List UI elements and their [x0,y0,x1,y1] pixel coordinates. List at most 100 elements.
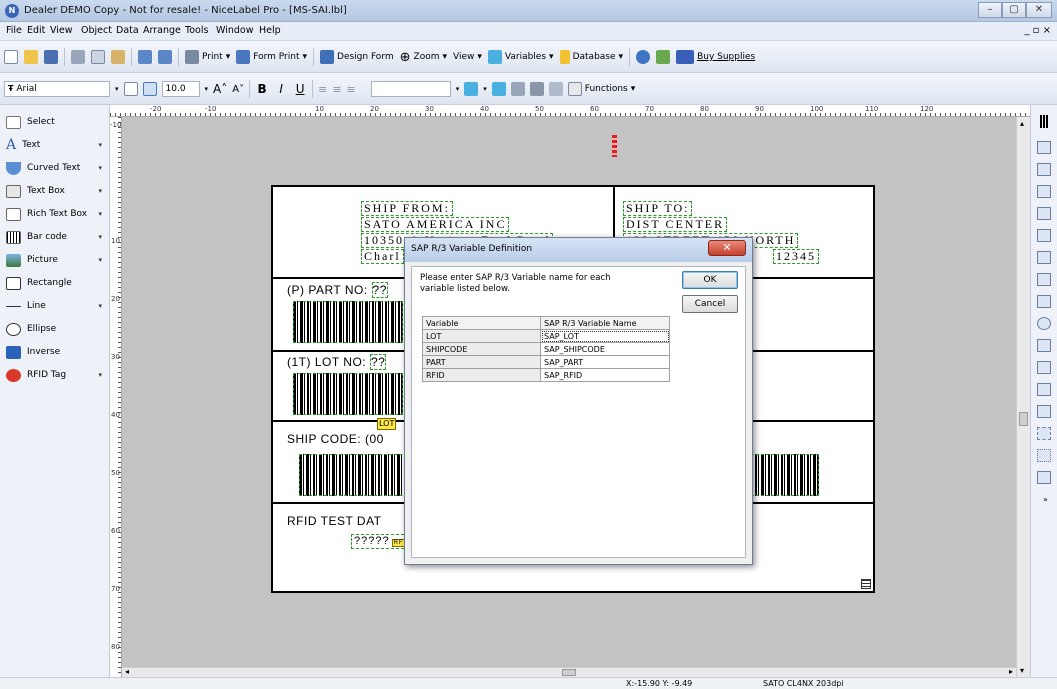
form-print-button[interactable]: Form Print ▾ [236,48,307,66]
menu-data[interactable]: Data [116,25,139,36]
menu-object[interactable]: Object [81,25,112,36]
align-right-icon[interactable] [1037,185,1051,198]
new-file-icon[interactable] [4,50,18,64]
scroll-up-icon[interactable]: ▴ [1020,119,1024,128]
tool-select[interactable]: Select [6,113,106,131]
ship-code-label[interactable]: SHIP CODE: (00 [287,432,384,446]
vertical-scrollbar[interactable]: ▴ ▾ [1016,117,1030,677]
align-middle-icon[interactable] [1037,229,1051,242]
sap-name-cell[interactable]: SAP_LOT [540,329,670,343]
sap-name-cell[interactable]: SAP_PART [540,355,670,369]
style-combo[interactable] [370,81,451,97]
open-folder-icon[interactable] [24,50,38,64]
dialog-close-button[interactable]: ✕ [708,240,746,256]
buy-supplies-button[interactable]: Buy Supplies [676,48,755,66]
sap-name-cell[interactable]: SAP_SHIPCODE [540,342,670,356]
panel-more-icon[interactable]: » [1043,495,1048,504]
redo-icon[interactable] [158,50,172,64]
bring-to-front-icon[interactable] [1037,339,1051,352]
lot-barcode[interactable] [293,373,403,415]
ok-button[interactable]: OK [682,271,738,289]
paste-icon[interactable] [111,50,125,64]
maximize-button[interactable]: ▢ [1002,2,1026,18]
bring-forward-icon[interactable] [1037,383,1051,396]
horizontal-scroll-thumb[interactable] [562,669,576,676]
align-bottom-icon[interactable] [1037,251,1051,264]
grow-font-icon[interactable]: A˄ [213,82,227,96]
print-button[interactable]: Print ▾ [185,48,230,66]
undo-icon[interactable] [138,50,152,64]
scroll-down-icon[interactable]: ▾ [1020,666,1024,675]
variable-copy-icon[interactable] [510,82,525,96]
cancel-button[interactable]: Cancel [682,295,738,313]
horizontal-scrollbar[interactable]: ◂ ▸ [122,667,1016,677]
menu-edit[interactable]: Edit [27,25,45,36]
menu-window[interactable]: Window [216,25,253,36]
tool-text-box[interactable]: Text Box ▾ [6,182,106,200]
style-combo-arrow[interactable]: ▾ [456,85,460,93]
font-size-input[interactable]: 10.0 [161,81,200,97]
shrink-font-icon[interactable]: A˅ [232,84,244,95]
send-to-back-icon[interactable] [1037,361,1051,374]
font-dropdown-arrow[interactable]: ▾ [115,85,119,93]
font-select[interactable]: Ŧ Arial [4,81,110,97]
italic-button[interactable]: I [274,82,288,96]
group-icon[interactable] [1037,427,1051,440]
menu-arrange[interactable]: Arrange [143,25,181,36]
rotate-icon[interactable] [1037,317,1051,330]
font-picker-icon[interactable] [142,82,157,96]
save-icon[interactable] [44,50,58,64]
variable-icon[interactable] [491,82,506,96]
variable-db-icon[interactable] [548,82,563,96]
table-row[interactable]: RFID SAP_RFID [422,368,670,382]
variable-wizard-icon[interactable] [464,82,479,96]
ship-from-name[interactable]: SATO AMERICA INC [361,217,510,232]
part-barcode[interactable] [293,301,403,343]
align-top-icon[interactable] [1037,207,1051,220]
tool-line[interactable]: Line ▾ [6,297,106,315]
view-button[interactable]: View ▾ [453,48,482,66]
ship-to-name[interactable]: DIST CENTER [623,217,728,232]
zoom-button[interactable]: ⊕ Zoom ▾ [400,48,447,66]
tool-picture[interactable]: Picture ▾ [6,251,106,269]
panel-grip-icon[interactable] [1040,115,1048,128]
scroll-right-icon[interactable]: ▸ [1009,667,1013,676]
label-resize-icon[interactable] [861,579,871,589]
rfid-test-label[interactable]: RFID TEST DAT [287,514,382,528]
close-button[interactable]: ✕ [1026,2,1052,18]
users-icon[interactable] [656,50,671,64]
send-backward-icon[interactable] [1037,405,1051,418]
table-row[interactable]: LOT SAP_LOT [422,329,670,343]
distribute-vertical-icon[interactable] [1037,295,1051,308]
align-left-icon[interactable] [1037,141,1051,154]
ship-to-title[interactable]: SHIP TO: [623,201,693,216]
table-row[interactable]: PART SAP_PART [422,355,670,369]
tool-rich-text-box[interactable]: Rich Text Box ▾ [6,205,106,223]
menu-help[interactable]: Help [259,25,281,36]
tool-text[interactable]: A Text ▾ [6,136,106,154]
align-right-icon[interactable]: ≡ [347,83,356,96]
ship-to-zip[interactable]: 12345 [773,249,819,264]
font-style-icon[interactable] [123,82,138,96]
tool-rectangle[interactable]: Rectangle [6,274,106,292]
tool-curved-text[interactable]: Curved Text ▾ [6,159,106,177]
align-center-horizontal-icon[interactable] [1037,163,1051,176]
ungroup-icon[interactable] [1037,449,1051,462]
menu-file[interactable]: File [6,25,22,36]
variable-wizard-arrow[interactable]: ▾ [483,85,487,93]
tool-rfid-tag[interactable]: RFID Tag ▾ [6,366,106,384]
tool-ellipse[interactable]: Ellipse [6,320,106,338]
tool-inverse[interactable]: Inverse [6,343,106,361]
functions-button[interactable]: Functions ▾ [567,80,635,98]
help-icon[interactable] [636,50,651,64]
mdi-controls[interactable]: _ ▫ × [1024,25,1051,36]
font-size-dropdown-arrow[interactable]: ▾ [205,85,209,93]
tool-bar-code[interactable]: Bar code ▾ [6,228,106,246]
scroll-left-icon[interactable]: ◂ [125,667,129,676]
align-center-icon[interactable]: ≡ [332,83,341,96]
lock-icon[interactable] [1037,471,1051,484]
design-form-button[interactable]: Design Form [320,48,394,66]
variable-link-icon[interactable] [529,82,544,96]
bold-button[interactable]: B [255,82,269,96]
database-button[interactable]: Database ▾ [559,48,623,66]
